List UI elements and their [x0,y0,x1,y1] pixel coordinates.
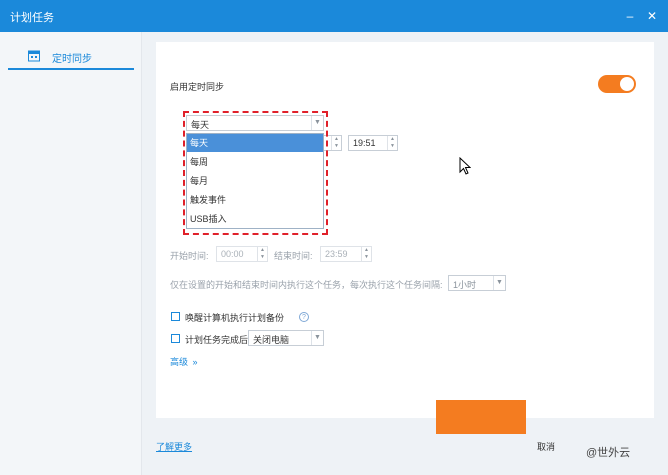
toggle-knob [620,77,634,91]
learn-more-link[interactable]: 了解更多 [156,440,192,453]
chevron-down-icon[interactable]: ▼ [388,143,397,150]
chevron-down-icon[interactable]: ▼ [258,254,267,261]
enable-scheduled-sync-label: 启用定时同步 [170,82,225,92]
settings-panel: 启用定时同步 每天 ▼ ▲ ▼ 19:51 ▲ ▼ 每天 每周 每月 触发事件 US… [156,42,654,418]
after-task-action-value: 关闭电脑 [253,335,290,345]
after-task-label: 计划任务完成后 [185,335,249,345]
window-title: 计划任务 [10,12,54,24]
chevron-up-icon[interactable]: ▲ [332,136,341,143]
start-time-label: 开始时间: [170,251,209,261]
enable-sync-toggle[interactable] [598,75,636,93]
advanced-label: 高级 [170,357,189,367]
minimize-icon[interactable]: – [620,6,640,26]
chevron-down-icon[interactable]: ▼ [332,143,341,150]
repeat-interval-text: 仅在设置的开始和结束时间内执行这个任务，每次执行这个任务间隔: [170,280,443,290]
start-time-value: 00:00 [221,249,244,259]
after-task-action-select[interactable]: 关闭电脑 ▼ [248,330,324,346]
after-task-checkbox[interactable] [171,334,180,343]
chevron-down-icon[interactable]: ▼ [362,254,371,261]
main-area: 启用定时同步 每天 ▼ ▲ ▼ 19:51 ▲ ▼ 每天 每周 每月 触发事件 US… [142,32,668,475]
wake-computer-label: 唤醒计算机执行计划备份 [185,313,285,323]
title-bar: 计划任务 – ✕ [0,0,668,32]
chevron-down-icon[interactable]: ▼ [493,276,505,290]
stepper-arrows[interactable]: ▲ ▼ [257,247,267,261]
sidebar-item-scheduled-sync[interactable]: 定时同步 [8,44,134,70]
start-time-stepper[interactable]: 00:00 ▲ ▼ [216,246,268,262]
help-icon[interactable]: ? [299,312,309,322]
end-time-stepper[interactable]: 23:59 ▲ ▼ [320,246,372,262]
wake-computer-checkbox[interactable] [171,312,180,321]
chevron-down-icon[interactable]: ▼ [311,331,323,345]
mouse-cursor-icon [459,157,471,175]
chevron-up-icon[interactable]: ▲ [362,247,371,254]
chevron-up-icon[interactable]: ▲ [258,247,267,254]
close-icon[interactable]: ✕ [642,6,662,26]
advanced-link[interactable]: 高级 » [170,355,198,368]
stepper-arrows[interactable]: ▲ ▼ [361,247,371,261]
interval-select[interactable]: 1小时 ▼ [448,275,506,291]
watermark-text: @世外云 [586,447,631,459]
sidebar-item-label: 定时同步 [52,54,92,65]
time-stepper[interactable]: 19:51 ▲ ▼ [348,135,398,151]
interval-select-value: 1小时 [453,280,477,290]
end-time-label: 结束时间: [274,251,313,261]
sidebar: 定时同步 [0,32,142,475]
time-value: 19:51 [353,138,376,148]
stepper-arrows[interactable]: ▲ ▼ [331,136,341,150]
stepper-arrows[interactable]: ▲ ▼ [387,136,397,150]
ok-button[interactable] [436,400,526,434]
sync-schedule-icon [28,50,40,62]
chevron-up-icon[interactable]: ▲ [388,136,397,143]
double-chevron-down-icon: » [192,357,198,367]
end-time-value: 23:59 [325,249,348,259]
cancel-button[interactable]: 取消 [537,440,555,453]
highlight-box [183,111,328,235]
